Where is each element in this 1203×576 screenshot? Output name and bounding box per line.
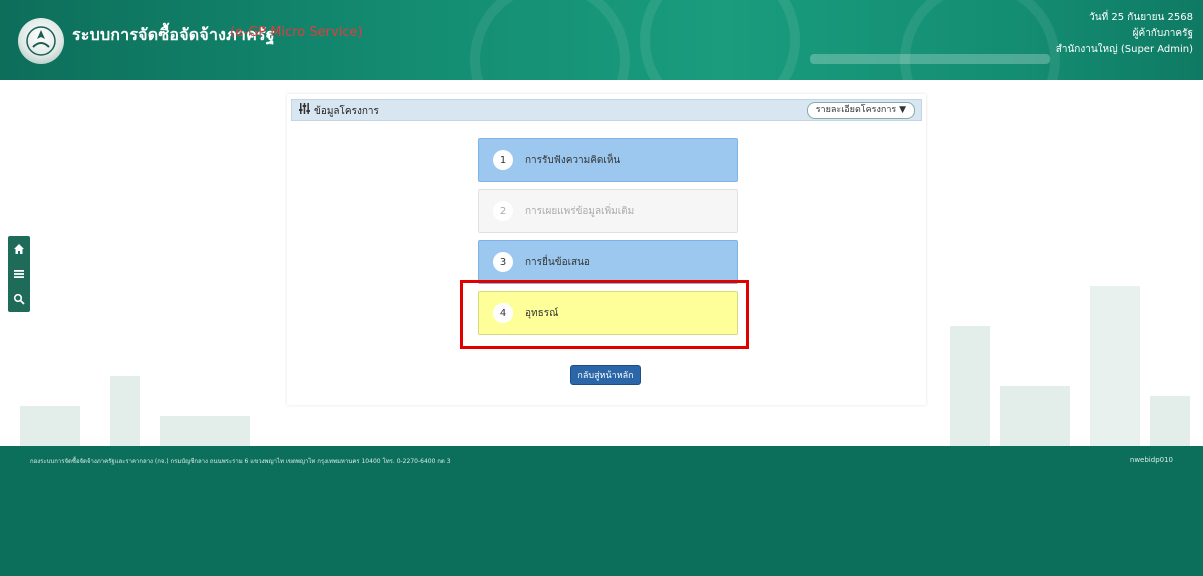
blurred-user-detail [810,54,1050,64]
search-icon[interactable] [8,286,30,311]
panel-title: ข้อมูลโครงการ [314,106,379,117]
side-toolbar [8,236,30,312]
header-pattern [470,0,630,80]
sliders-icon [299,103,310,117]
step-label: การเผยแพร่ข้อมูลเพิ่มเติม [525,205,635,217]
app-footer: กองระบบการจัดซื้อจัดจ้างภาครัฐและราคากลา… [0,446,1203,576]
government-logo[interactable] [18,18,64,64]
step-2-additional-info: 2 การเผยแพร่ข้อมูลเพิ่มเติม [478,189,738,233]
menu-icon[interactable] [8,261,30,286]
step-number: 1 [493,150,513,170]
app-header: ระบบการจัดซื้อจัดจ้างภาครัฐ (e-GP Micro … [0,0,1203,80]
user-office: สำนักงานใหญ่ (Super Admin) [1055,44,1193,55]
step-label: การรับฟังความคิดเห็น [525,154,621,166]
panel-header: ข้อมูลโครงการ รายละเอียดโครงการ ▼ [291,99,922,121]
system-subtitle: (e-GP Micro Service) [230,25,363,40]
header-pattern [900,0,1060,80]
user-info: วันที่ 25 กันยายน 2568 ผู้ค้ากับภาครัฐ ส… [1056,10,1193,58]
home-icon[interactable] [8,236,30,261]
footer-address: กองระบบการจัดซื้อจัดจ้างภาครัฐและราคากลา… [30,458,451,465]
step-3-bid-submission[interactable]: 3 การยื่นข้อเสนอ [478,240,738,284]
back-to-main-button[interactable]: กลับสู่หน้าหลัก [570,365,641,385]
highlight-box [460,280,749,349]
current-date: วันที่ 25 กันยายน 2568 [1089,12,1193,23]
project-detail-dropdown[interactable]: รายละเอียดโครงการ ▼ [806,102,915,119]
page-code: nwebidp010 [1129,456,1173,464]
step-1-public-hearing[interactable]: 1 การรับฟังความคิดเห็น [478,138,738,182]
user-role: ผู้ค้ากับภาครัฐ [1132,28,1193,39]
step-number: 2 [493,201,513,221]
header-pattern [640,0,800,80]
project-panel: ข้อมูลโครงการ รายละเอียดโครงการ ▼ 1 การร… [287,94,926,405]
step-number: 3 [493,252,513,272]
step-label: การยื่นข้อเสนอ [525,256,590,268]
